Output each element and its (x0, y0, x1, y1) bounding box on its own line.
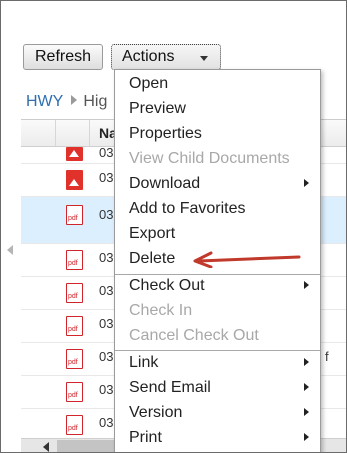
menu-separator (115, 350, 320, 351)
refresh-button[interactable]: Refresh (23, 44, 103, 70)
pdf-file-icon (66, 382, 83, 402)
row-name: 03 (99, 316, 114, 331)
menu-item-send-email[interactable]: Send Email (129, 377, 314, 399)
row-name: 03 (99, 207, 114, 222)
submenu-arrow-icon (304, 383, 309, 391)
image-file-icon (66, 147, 83, 161)
pdf-file-icon (66, 316, 83, 336)
menu-item-version[interactable]: Version (129, 402, 314, 424)
submenu-arrow-icon (304, 281, 309, 289)
chevron-down-icon (200, 56, 208, 61)
menu-item-add-to-favorites[interactable]: Add to Favorites (129, 198, 314, 220)
row-name: 03 (99, 349, 114, 364)
menu-item-label: Version (129, 404, 183, 421)
window-frame: Refresh Actions HWYHig Na 03 03 03 03 (0, 0, 347, 453)
menu-item-preview[interactable]: Preview (129, 98, 314, 120)
menu-item-export[interactable]: Export (129, 223, 314, 245)
menu-item-print[interactable]: Print (129, 427, 314, 449)
row-name: 03 (99, 415, 114, 430)
pdf-file-icon (66, 349, 83, 369)
menu-item-properties[interactable]: Properties (129, 123, 314, 145)
menu-item-label: Download (129, 175, 201, 192)
collapse-left-arrow-icon[interactable] (7, 245, 13, 255)
row-name: 03 (99, 250, 114, 265)
menu-item-cancel-check-out: Cancel Check Out (129, 327, 259, 344)
column-divider (89, 120, 90, 146)
breadcrumb-root-link[interactable]: HWY (26, 93, 63, 110)
pdf-file-icon (66, 415, 83, 435)
row-name: 03 (99, 283, 114, 298)
row-extra-text: f (325, 349, 329, 364)
breadcrumb-current[interactable]: Hig (83, 93, 107, 110)
menu-item-view-child-documents: View Child Documents (129, 150, 290, 167)
menu-item-label: Print (129, 429, 162, 446)
scroll-left-arrow-icon[interactable] (43, 442, 49, 452)
pdf-file-icon (66, 205, 83, 225)
menu-item-check-in: Check In (129, 302, 193, 319)
column-divider (55, 120, 56, 146)
menu-item-link[interactable]: Link (129, 352, 314, 374)
breadcrumb: HWY Hig (26, 93, 107, 111)
submenu-arrow-icon (304, 179, 309, 187)
row-name: 03 (99, 145, 114, 160)
submenu-arrow-icon (304, 433, 309, 441)
pdf-file-icon (66, 250, 83, 270)
submenu-arrow-icon (304, 408, 309, 416)
image-file-icon (66, 170, 83, 190)
actions-button-label: Actions (122, 48, 175, 65)
row-name: 03 (99, 170, 114, 185)
menu-item-label: Send Email (129, 379, 211, 396)
menu-item-open[interactable]: Open (129, 73, 314, 95)
row-name: 03 (99, 382, 114, 397)
menu-item-label: Check Out (129, 277, 205, 294)
submenu-arrow-icon (304, 358, 309, 366)
actions-dropdown-button[interactable]: Actions (111, 44, 221, 70)
menu-item-check-out[interactable]: Check Out (129, 275, 314, 297)
menu-item-label: Link (129, 354, 159, 371)
menu-item-download[interactable]: Download (129, 173, 314, 195)
breadcrumb-separator-icon (71, 95, 78, 105)
annotation-arrow-icon (193, 251, 301, 268)
pdf-file-icon (66, 283, 83, 303)
